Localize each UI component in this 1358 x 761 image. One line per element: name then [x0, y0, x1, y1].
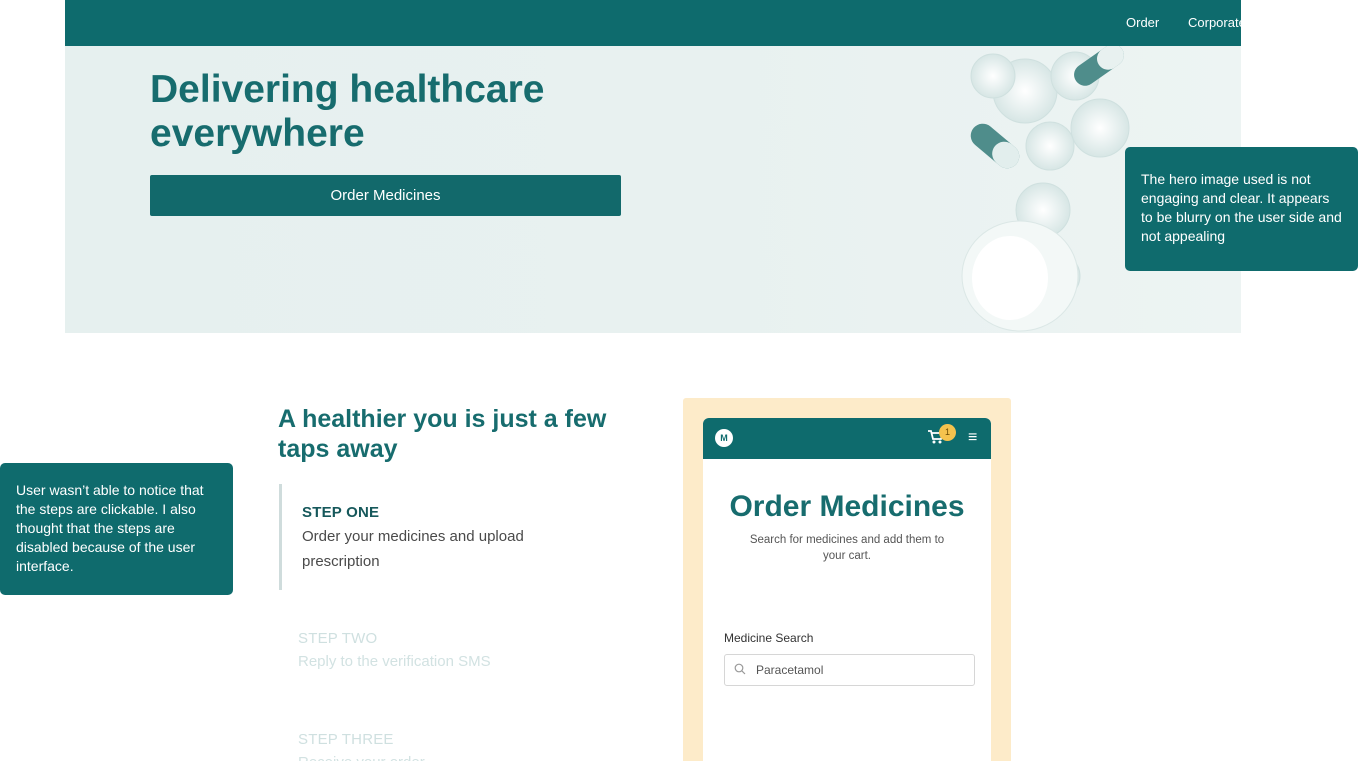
logo-icon: M	[715, 429, 733, 447]
phone-header: M 1 ≡	[703, 418, 991, 459]
step-two-label: STEP TWO	[298, 630, 378, 647]
medicine-search-label: Medicine Search	[724, 631, 814, 645]
order-medicines-button[interactable]: Order Medicines	[150, 175, 621, 216]
top-nav: Order Corporate	[65, 0, 1241, 46]
step-one[interactable]: STEP ONE Order your medicines and upload…	[279, 484, 619, 590]
step-one-description: Order your medicines and upload prescrip…	[302, 528, 524, 570]
medicine-search-input[interactable]	[724, 654, 975, 686]
hero-feedback-note: The hero image used is not engaging and …	[1125, 147, 1358, 271]
step-three-description: Receive your order	[298, 750, 568, 761]
phone-subtitle: Search for medicines and add them to you…	[749, 534, 945, 562]
cart-count-badge: 1	[939, 424, 956, 441]
hero-section: Delivering healthcare everywhere Order M…	[65, 46, 1241, 333]
steps-feedback-note: User wasn’t able to notice that the step…	[0, 463, 233, 595]
step-one-label: STEP ONE	[302, 504, 380, 521]
search-icon	[734, 663, 746, 675]
hero-title: Delivering healthcare everywhere	[150, 68, 545, 155]
step-two-description: Reply to the verification SMS	[298, 653, 491, 670]
step-three-label: STEP THREE	[298, 731, 394, 748]
steps-heading: A healthier you is just a few taps away	[278, 405, 607, 463]
step-three[interactable]: STEP THREE Receive your order	[298, 731, 618, 761]
page: Order Corporate Delivering healthcare ev…	[65, 0, 1241, 761]
phone-mockup: M 1 ≡ Order Medicines Search for medicin…	[683, 398, 1011, 761]
hamburger-menu-icon[interactable]: ≡	[968, 429, 977, 447]
nav-order-link[interactable]: Order	[1126, 15, 1159, 30]
phone-screen: M 1 ≡ Order Medicines Search for medicin…	[703, 418, 991, 761]
phone-title: Order Medicines	[729, 490, 965, 523]
step-two[interactable]: STEP TWO Reply to the verification SMS	[298, 630, 618, 674]
nav-corporate-link[interactable]: Corporate	[1188, 15, 1241, 30]
